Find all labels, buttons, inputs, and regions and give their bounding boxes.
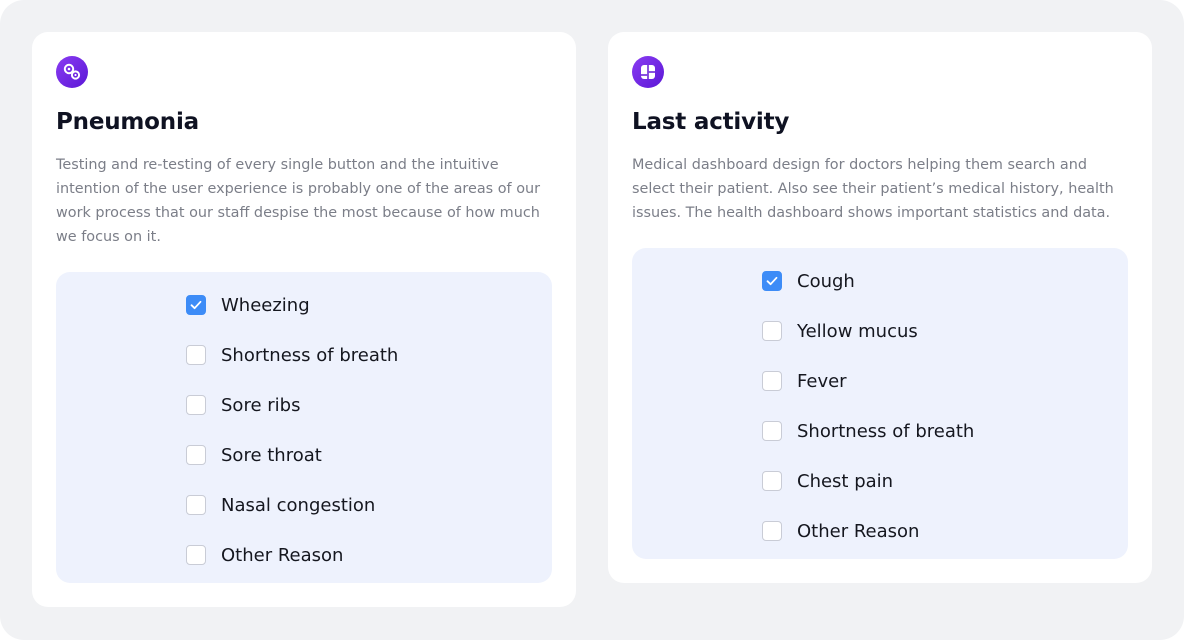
option-label: Shortness of breath xyxy=(221,344,399,366)
checkbox[interactable] xyxy=(186,395,206,415)
option-other-reason[interactable]: Other Reason xyxy=(186,542,343,568)
option-cough[interactable]: Cough xyxy=(762,268,855,294)
last-activity-card: Last activity Medical dashboard design f… xyxy=(608,32,1152,583)
card-title: Pneumonia xyxy=(56,109,199,135)
option-label: Chest pain xyxy=(797,470,894,492)
checkbox[interactable] xyxy=(762,271,782,291)
checkbox[interactable] xyxy=(186,445,206,465)
location-pins-icon xyxy=(56,56,88,88)
page-background: Pneumonia Testing and re-testing of ever… xyxy=(0,0,1184,640)
layout-panels-icon xyxy=(632,56,664,88)
checkbox[interactable] xyxy=(762,471,782,491)
option-label: Sore ribs xyxy=(221,394,301,416)
option-label: Cough xyxy=(797,270,855,292)
checkbox[interactable] xyxy=(762,321,782,341)
option-fever[interactable]: Fever xyxy=(762,368,847,394)
option-shortness-of-breath[interactable]: Shortness of breath xyxy=(186,342,398,368)
pneumonia-card: Pneumonia Testing and re-testing of ever… xyxy=(32,32,576,607)
checkbox[interactable] xyxy=(186,295,206,315)
option-label: Other Reason xyxy=(797,520,920,542)
checkbox[interactable] xyxy=(762,521,782,541)
option-label: Nasal congestion xyxy=(221,494,376,516)
symptom-checklist: Cough Yellow mucus Fever Shortness of br… xyxy=(632,248,1128,559)
checkbox[interactable] xyxy=(186,345,206,365)
card-description: Medical dashboard design for doctors hel… xyxy=(632,157,1114,221)
option-sore-throat[interactable]: Sore throat xyxy=(186,442,322,468)
checkbox[interactable] xyxy=(762,421,782,441)
symptom-checklist: Wheezing Shortness of breath Sore ribs S… xyxy=(56,272,552,583)
option-wheezing[interactable]: Wheezing xyxy=(186,292,310,318)
card-description: Testing and re-testing of every single b… xyxy=(56,157,541,245)
option-label: Wheezing xyxy=(221,294,310,316)
option-other-reason[interactable]: Other Reason xyxy=(762,518,919,544)
check-icon xyxy=(766,276,778,286)
option-nasal-congestion[interactable]: Nasal congestion xyxy=(186,492,375,518)
option-shortness-of-breath[interactable]: Shortness of breath xyxy=(762,418,974,444)
checkbox[interactable] xyxy=(186,545,206,565)
option-label: Shortness of breath xyxy=(797,420,975,442)
option-label: Other Reason xyxy=(221,544,344,566)
card-title: Last activity xyxy=(632,109,790,135)
option-label: Sore throat xyxy=(221,444,322,466)
option-label: Fever xyxy=(797,370,847,392)
option-yellow-mucus[interactable]: Yellow mucus xyxy=(762,318,918,344)
checkbox[interactable] xyxy=(762,371,782,391)
checkbox[interactable] xyxy=(186,495,206,515)
check-icon xyxy=(190,300,202,310)
option-label: Yellow mucus xyxy=(797,320,918,342)
option-sore-ribs[interactable]: Sore ribs xyxy=(186,392,300,418)
option-chest-pain[interactable]: Chest pain xyxy=(762,468,893,494)
